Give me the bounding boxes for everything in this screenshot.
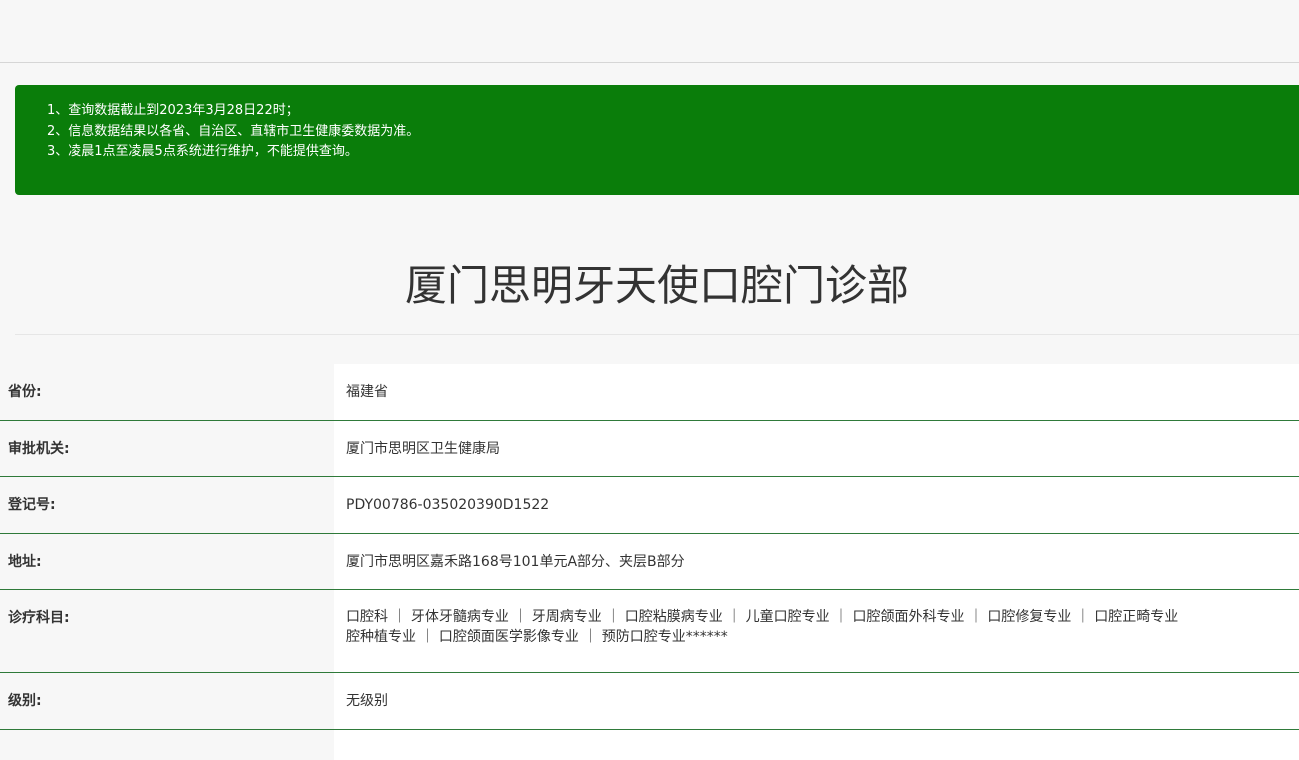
- notice-list: 1、查询数据截止到2023年3月28日22时； 2、信息数据结果以各省、自治区、…: [47, 101, 1299, 163]
- notice-item: 1、查询数据截止到2023年3月28日22时；: [47, 103, 299, 118]
- detail-row-next: [0, 730, 1299, 760]
- detail-label: 登记号:: [0, 477, 334, 533]
- page-title: 厦门思明牙天使口腔门诊部: [15, 238, 1299, 335]
- detail-row-address: 地址: 厦门市思明区嘉禾路168号101单元A部分、夹层B部分: [0, 534, 1299, 590]
- detail-label: 级别:: [0, 673, 334, 729]
- top-bar: [0, 0, 1299, 63]
- notice-banner: 1、查询数据截止到2023年3月28日22时； 2、信息数据结果以各省、自治区、…: [15, 85, 1299, 195]
- departments-line-1: 口腔科 ｜ 牙体牙髓病专业 ｜ 牙周病专业 ｜ 口腔粘膜病专业 ｜ 儿童口腔专业…: [346, 609, 1179, 625]
- detail-row-departments: 诊疗科目: 口腔科 ｜ 牙体牙髓病专业 ｜ 牙周病专业 ｜ 口腔粘膜病专业 ｜ …: [0, 590, 1299, 673]
- detail-label: 诊疗科目:: [0, 590, 334, 672]
- detail-value: PDY00786-035020390D1522: [334, 477, 1299, 533]
- detail-row-province: 省份: 福建省: [0, 364, 1299, 421]
- detail-value-departments: 口腔科 ｜ 牙体牙髓病专业 ｜ 牙周病专业 ｜ 口腔粘膜病专业 ｜ 儿童口腔专业…: [334, 590, 1299, 672]
- detail-value: 厦门市思明区嘉禾路168号101单元A部分、夹层B部分: [334, 534, 1299, 589]
- detail-value: 无级别: [334, 673, 1299, 729]
- detail-value: 福建省: [334, 364, 1299, 420]
- detail-row-level: 级别: 无级别: [0, 673, 1299, 730]
- detail-label: 省份:: [0, 364, 334, 420]
- departments-line-2: 腔种植专业 ｜ 口腔颌面医学影像专业 ｜ 预防口腔专业******: [346, 629, 728, 645]
- detail-label: 地址:: [0, 534, 334, 589]
- detail-row-registration: 登记号: PDY00786-035020390D1522: [0, 477, 1299, 534]
- details-table: 省份: 福建省 审批机关: 厦门市思明区卫生健康局 登记号: PDY00786-…: [0, 364, 1299, 760]
- detail-row-authority: 审批机关: 厦门市思明区卫生健康局: [0, 421, 1299, 477]
- detail-label: [0, 730, 334, 760]
- detail-value: [334, 730, 1299, 760]
- detail-value: 厦门市思明区卫生健康局: [334, 421, 1299, 476]
- notice-item: 2、信息数据结果以各省、自治区、直辖市卫生健康委数据为准。: [47, 123, 420, 139]
- detail-label: 审批机关:: [0, 421, 334, 476]
- notice-item: 3、凌晨1点至凌晨5点系统进行维护，不能提供查询。: [47, 144, 358, 159]
